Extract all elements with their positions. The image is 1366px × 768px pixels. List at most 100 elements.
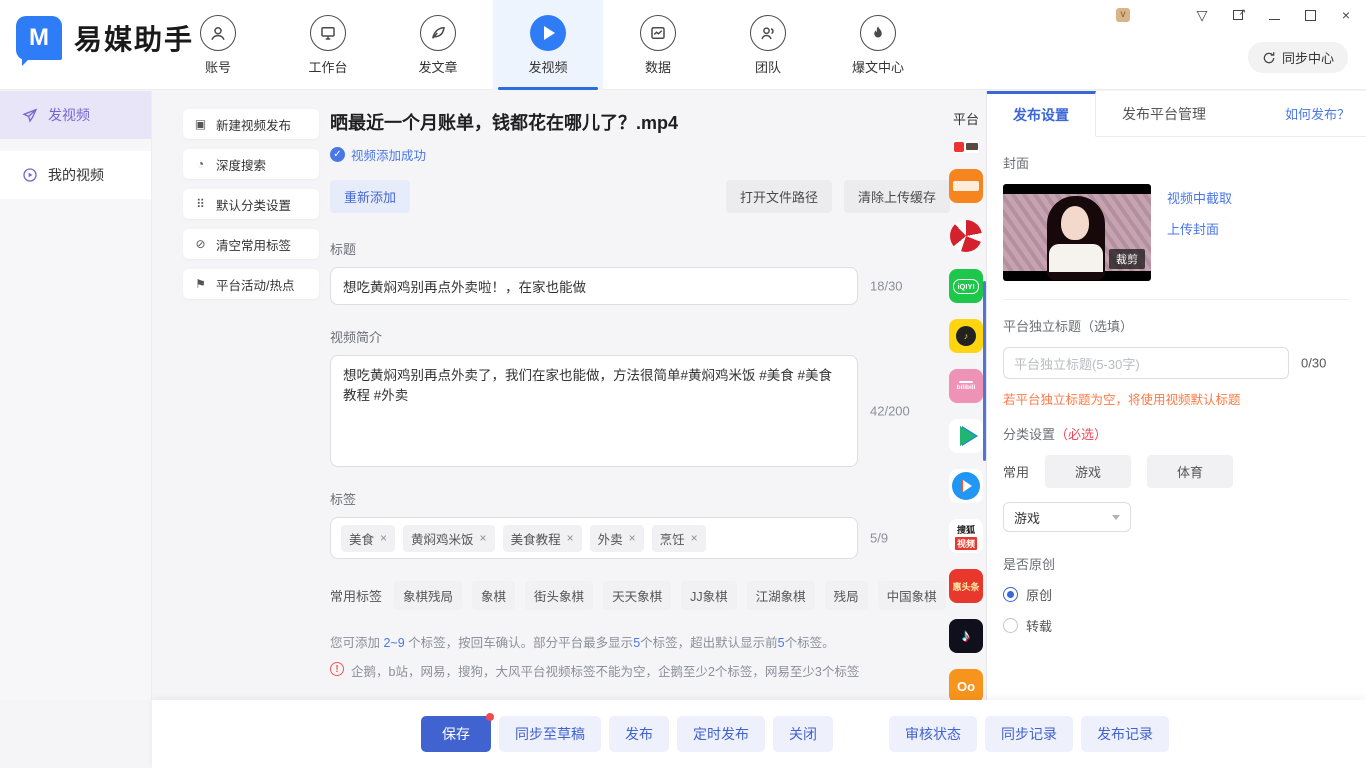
tag-chip[interactable]: 美食× (341, 525, 395, 552)
new-video-publish-button[interactable]: ▣ 新建视频发布 (183, 109, 319, 139)
ifeng-platform-icon[interactable] (949, 219, 983, 253)
open-file-path-button[interactable]: 打开文件路径 (726, 180, 832, 213)
sidebar-item-publish-video[interactable]: 发视频 (0, 91, 151, 139)
qutoutiao-platform-icon[interactable] (949, 169, 983, 203)
refresh-icon (1262, 51, 1276, 65)
flag-icon: ⚑ (193, 277, 208, 291)
remove-tag-icon[interactable]: × (380, 531, 387, 545)
description-char-counter: 42/200 (870, 404, 910, 419)
nav-item-account[interactable]: 账号 (163, 0, 273, 90)
tag-chip[interactable]: 烹饪× (652, 525, 706, 552)
upload-cover-link[interactable]: 上传封面 (1167, 219, 1232, 238)
chevron-down-icon (1112, 515, 1120, 520)
schedule-publish-button[interactable]: 定时发布 (677, 716, 765, 752)
description-textarea[interactable]: 想吃黄焖鸡别再点外卖了，我们在家也能做，方法很简单#黄焖鸡米饭 #美食 #美食教… (330, 355, 858, 467)
play-circle-icon (22, 167, 38, 183)
nav-item-workbench[interactable]: 工作台 (273, 0, 383, 90)
check-circle-icon: ✓ (330, 147, 345, 162)
common-tag-chip[interactable]: 残局 (825, 581, 868, 610)
kuaizixun-platform-icon[interactable] (953, 140, 979, 153)
common-tag-chip[interactable]: 江湖象棋 (747, 581, 815, 610)
cover-label: 封面 (1003, 153, 1350, 172)
tag-chip[interactable]: 美食教程× (503, 525, 582, 552)
radio-label: 原创 (1026, 585, 1052, 604)
douyin-platform-icon[interactable]: ♪ (949, 619, 983, 653)
radio-repost[interactable]: 转载 (1003, 616, 1350, 635)
tags-input[interactable]: 美食× 黄焖鸡米饭× 美食教程× 外卖× 烹饪× (330, 517, 858, 559)
app-header: v ▽ ↗ × M 易媒助手 账号 工作台 (0, 0, 1366, 90)
remove-tag-icon[interactable]: × (629, 531, 636, 545)
title-input[interactable]: 想吃黄焖鸡别再点外卖啦！，在家也能做 (330, 267, 858, 305)
capture-from-video-link[interactable]: 视频中截取 (1167, 188, 1232, 207)
tab-publish-settings[interactable]: 发布设置 (987, 91, 1096, 137)
radio-selected-icon[interactable] (1003, 587, 1018, 602)
review-status-button[interactable]: 审核状态 (889, 716, 977, 752)
unsaved-badge (486, 713, 494, 721)
clear-upload-cache-button[interactable]: 清除上传缓存 (844, 180, 950, 213)
paper-plane-icon (22, 107, 38, 123)
sync-center-button[interactable]: 同步中心 (1248, 42, 1348, 73)
nav-label: 数据 (645, 57, 671, 76)
crop-button[interactable]: 裁剪 (1109, 249, 1145, 269)
tencent-video-platform-icon[interactable] (949, 419, 983, 453)
tag-chip[interactable]: 外卖× (590, 525, 644, 552)
window-controls: ▽ ↗ × (1192, 6, 1356, 24)
nav-item-data[interactable]: 数据 (603, 0, 713, 90)
iqiyi-platform-icon[interactable]: iQIYI (949, 269, 983, 303)
app-logo-icon: M (16, 16, 62, 60)
dropdown-menu-icon[interactable]: ▽ (1192, 6, 1212, 24)
readd-video-button[interactable]: 重新添加 (330, 180, 410, 213)
publish-button[interactable]: 发布 (609, 716, 669, 752)
nav-item-team[interactable]: 团队 (713, 0, 823, 90)
independent-title-label: 平台独立标题（选填） (1003, 316, 1350, 335)
common-tag-chip[interactable]: 街头象棋 (525, 581, 593, 610)
save-button[interactable]: 保存 (421, 716, 491, 752)
common-tag-chip[interactable]: 象棋 (472, 581, 515, 610)
category-button-sports[interactable]: 体育 (1147, 455, 1233, 488)
huitoutiao-platform-icon[interactable]: 惠头条 (949, 569, 983, 603)
record-disc-platform-icon[interactable]: ♪ (949, 319, 983, 353)
quick-menu-label: 新建视频发布 (216, 115, 291, 134)
common-tag-chip[interactable]: JJ象棋 (681, 581, 737, 610)
bilibili-platform-icon[interactable]: bilibili (949, 369, 983, 403)
minimize-icon[interactable] (1264, 6, 1284, 24)
sync-to-draft-button[interactable]: 同步至草稿 (499, 716, 601, 752)
nav-item-publish-video[interactable]: 发视频 (493, 0, 603, 90)
haokan-video-platform-icon[interactable] (949, 469, 983, 503)
platform-rail-label: 平台 (953, 109, 979, 128)
cover-thumbnail[interactable]: 裁剪 (1003, 184, 1151, 281)
platform-rail: 平台 iQIYI ♪ bilibili 搜狐视频 惠头条 ♪ Oo (946, 91, 986, 700)
tab-platform-management[interactable]: 发布平台管理 (1096, 91, 1232, 137)
chart-icon (640, 15, 676, 51)
popout-icon[interactable]: ↗ (1228, 6, 1248, 24)
category-select[interactable]: 游戏 (1003, 502, 1131, 532)
category-button-game[interactable]: 游戏 (1045, 455, 1131, 488)
remove-tag-icon[interactable]: × (691, 531, 698, 545)
sidebar-item-label: 发视频 (48, 105, 90, 125)
deep-search-button[interactable]: ◔ 深度搜索 (183, 149, 319, 179)
maximize-icon[interactable] (1300, 6, 1320, 24)
tag-chip[interactable]: 黄焖鸡米饭× (403, 525, 495, 552)
sohu-video-platform-icon[interactable]: 搜狐视频 (949, 519, 983, 553)
radio-original[interactable]: 原创 (1003, 585, 1350, 604)
common-tag-chip[interactable]: 象棋残局 (394, 581, 462, 610)
close-button[interactable]: 关闭 (773, 716, 833, 752)
orange-oo-platform-icon[interactable]: Oo (949, 669, 983, 700)
sidebar-item-my-videos[interactable]: 我的视频 (0, 151, 151, 199)
clear-common-tags-button[interactable]: ⊘ 清空常用标签 (183, 229, 319, 259)
publish-log-button[interactable]: 发布记录 (1081, 716, 1169, 752)
independent-title-input[interactable]: 平台独立标题(5-30字) (1003, 347, 1289, 379)
how-to-publish-link[interactable]: 如何发布？ (1285, 104, 1350, 123)
platform-activity-button[interactable]: ⚑ 平台活动/热点 (183, 269, 319, 299)
common-tag-chip[interactable]: 中国象棋 (878, 581, 946, 610)
remove-tag-icon[interactable]: × (567, 531, 574, 545)
nav-item-hot-center[interactable]: 爆文中心 (823, 0, 933, 90)
close-icon[interactable]: × (1336, 6, 1356, 24)
sync-log-button[interactable]: 同步记录 (985, 716, 1073, 752)
nav-item-publish-article[interactable]: 发文章 (383, 0, 493, 90)
common-tag-chip[interactable]: 天天象棋 (603, 581, 671, 610)
radio-unselected-icon[interactable] (1003, 618, 1018, 633)
remove-tag-icon[interactable]: × (480, 531, 487, 545)
nav-label: 账号 (205, 57, 231, 76)
default-category-button[interactable]: ⠿ 默认分类设置 (183, 189, 319, 219)
